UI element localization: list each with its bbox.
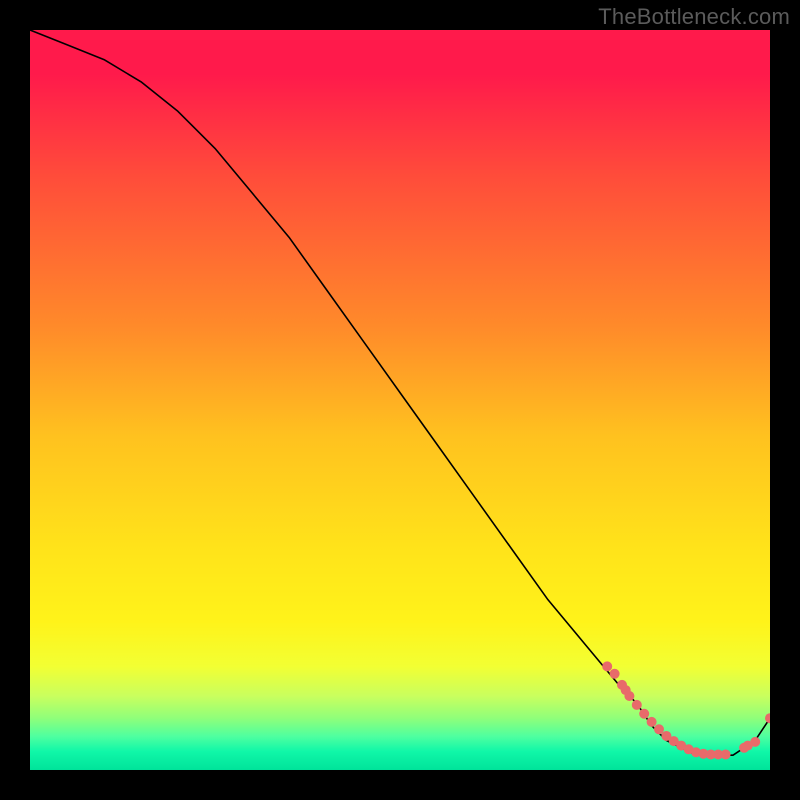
marker-point [639,709,649,719]
marker-point [750,737,760,747]
gradient-rect [30,30,770,770]
marker-point [721,749,731,759]
marker-point [654,724,664,734]
chart-svg [30,30,770,770]
chart-frame: TheBottleneck.com [0,0,800,800]
marker-point [602,661,612,671]
marker-point [632,700,642,710]
marker-point [624,691,634,701]
plot-area [30,30,770,770]
marker-point [610,669,620,679]
marker-point [647,717,657,727]
watermark-text: TheBottleneck.com [598,4,790,30]
